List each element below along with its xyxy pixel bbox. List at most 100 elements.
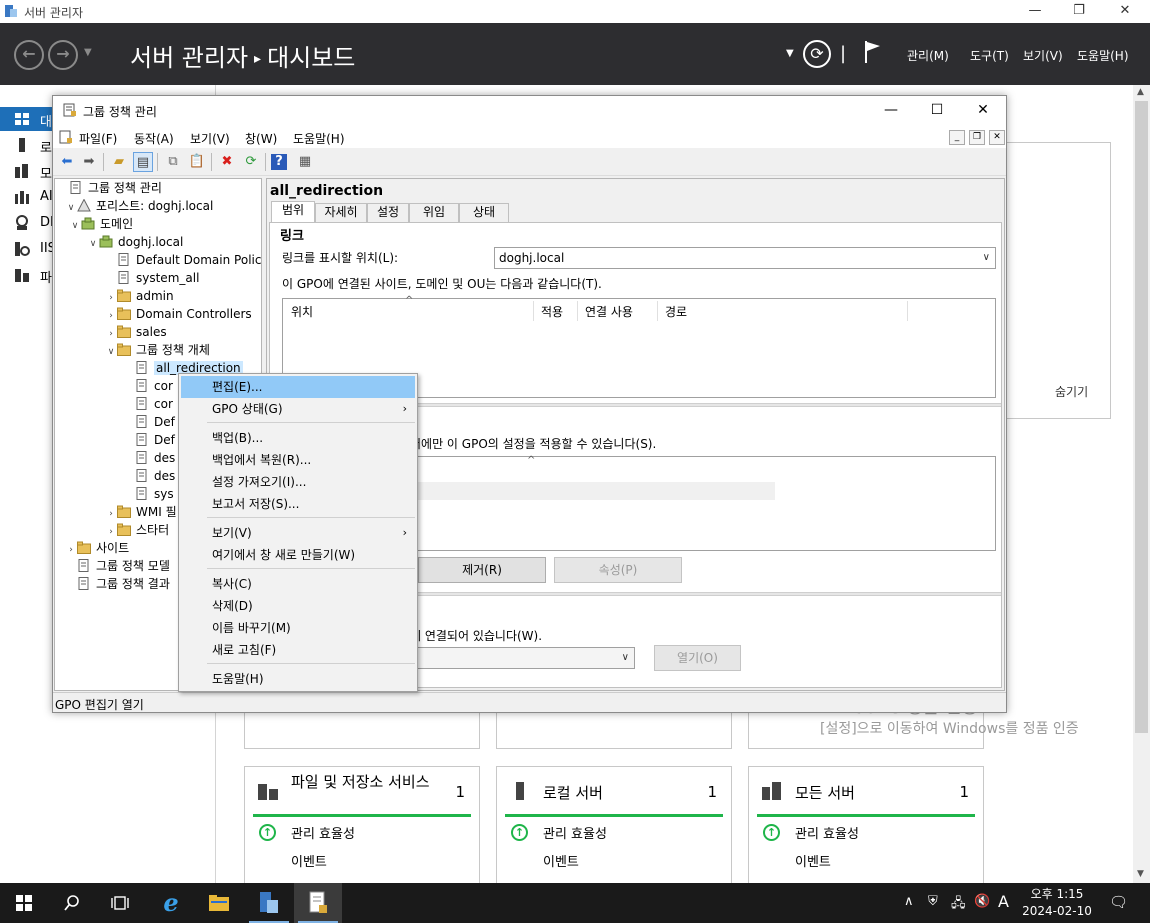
context-menu-item[interactable]: 삭제(D) — [181, 595, 415, 617]
menu-window[interactable]: 창(W) — [245, 130, 277, 147]
tree-node[interactable]: ∨ 포리스트: doghj.local — [65, 197, 213, 215]
context-menu-item[interactable]: 보기(V) › — [181, 522, 415, 544]
security-alert-icon[interactable]: ⛨ — [928, 894, 938, 909]
column-location[interactable]: 위치 — [291, 303, 313, 320]
context-menu-item[interactable]: 여기에서 창 새로 만들기(W) — [181, 544, 415, 566]
wmi-filter-select[interactable]: ∨ — [410, 647, 635, 669]
scroll-thumb[interactable] — [1135, 101, 1148, 733]
tile-row-events[interactable]: 이벤트 — [795, 851, 831, 870]
menu-action[interactable]: 동작(A) — [134, 130, 174, 147]
header-dropdown-icon[interactable]: ▼ — [786, 48, 794, 59]
expander-icon[interactable]: ∨ — [105, 343, 117, 361]
scroll-up-icon[interactable]: ▲ — [1137, 87, 1144, 97]
up-folder-icon[interactable]: ▰ — [109, 152, 129, 172]
mdi-close-button[interactable]: ✕ — [989, 130, 1005, 145]
tab-scope[interactable]: 범위 — [271, 201, 315, 223]
tree-node[interactable]: Default Domain Policy — [105, 251, 261, 269]
expander-icon[interactable]: ∨ — [69, 217, 81, 235]
mdi-minimize-button[interactable]: _ — [949, 130, 965, 145]
network-icon[interactable]: 🖧 — [951, 894, 966, 916]
volume-muted-icon[interactable]: 🔇 — [974, 894, 990, 909]
tile-row-manageability[interactable]: 관리 효율성 — [543, 823, 607, 842]
context-menu-item[interactable]: 도움말(H) — [181, 668, 415, 690]
context-menu-item[interactable]: 편집(E)... — [181, 376, 415, 398]
back-button[interactable]: ← — [14, 40, 44, 70]
mdi-restore-button[interactable]: ❐ — [969, 130, 985, 145]
context-menu-item[interactable]: 백업에서 복원(R)... — [181, 449, 415, 471]
hide-link[interactable]: 숨기기 — [1055, 383, 1088, 400]
context-menu-item[interactable]: 보고서 저장(S)... — [181, 493, 415, 515]
gpmc-minimize-button[interactable]: — — [868, 96, 914, 126]
paste-icon[interactable]: 📋 — [187, 152, 207, 172]
tree-node[interactable]: › admin — [105, 287, 173, 305]
tile-local-server[interactable]: 로컬 서버 1 ↑ 관리 효율성 이벤트 서비스 — [496, 766, 732, 898]
show-tree-icon[interactable]: ▤ — [133, 152, 153, 172]
tree-node[interactable]: des — [123, 449, 175, 467]
tree-node[interactable]: › Domain Controllers — [105, 305, 251, 323]
context-menu-item[interactable]: 백업(B)... — [181, 427, 415, 449]
context-menu-item[interactable]: 복사(C) — [181, 573, 415, 595]
link-location-select[interactable]: doghj.local ∨ — [494, 247, 996, 269]
menu-help[interactable]: 도움말(H) — [1077, 47, 1129, 64]
tree-node[interactable]: › WMI 필 — [105, 503, 176, 521]
gpmc-maximize-button[interactable]: ☐ — [914, 96, 960, 126]
menu-tools[interactable]: 도구(T) — [970, 47, 1009, 64]
tile-row-events[interactable]: 이벤트 — [543, 851, 579, 870]
column-enforced[interactable]: 적용 — [541, 303, 563, 320]
menu-help[interactable]: 도움말(H) — [293, 130, 345, 147]
taskbar-server-manager[interactable] — [245, 883, 293, 923]
tile-row-manageability[interactable]: 관리 효율성 — [795, 823, 859, 842]
tree-node[interactable]: cor — [123, 377, 173, 395]
delete-icon[interactable]: ✖ — [217, 152, 237, 172]
column-link-enabled[interactable]: 연결 사용 — [585, 303, 633, 320]
refresh-icon[interactable]: ⟳ — [803, 40, 831, 68]
properties-button[interactable]: 속성(P) — [554, 557, 682, 583]
forward-button[interactable]: → — [48, 40, 78, 70]
tab-details[interactable]: 자세히 — [315, 203, 367, 222]
notification-center-icon[interactable]: 🗨 — [1109, 893, 1128, 911]
tree-node[interactable]: ∨ 그룹 정책 개체 — [105, 341, 210, 359]
notifications-flag-icon[interactable] — [863, 39, 883, 65]
tree-node[interactable]: sys — [123, 485, 174, 503]
ime-indicator[interactable]: A — [998, 892, 1009, 911]
tree-node[interactable]: system_all — [105, 269, 199, 287]
menu-file[interactable]: 파일(F) — [79, 130, 117, 147]
help-icon[interactable]: ? — [271, 154, 287, 170]
refresh-icon[interactable]: ⟳ — [241, 152, 261, 172]
task-view-button[interactable] — [96, 883, 144, 923]
tile-file-storage[interactable]: 파일 및 저장소 서비스 1 ↑ 관리 효율성 이벤트 서비스 — [244, 766, 480, 898]
start-button[interactable] — [0, 883, 48, 923]
forward-arrow-icon[interactable]: ➡ — [79, 152, 99, 172]
tree-node[interactable]: Def — [123, 431, 175, 449]
tile-row-manageability[interactable]: 관리 효율성 — [291, 823, 355, 842]
tree-node[interactable]: › 사이트 — [65, 539, 129, 557]
minimize-button[interactable]: — — [1012, 0, 1058, 23]
taskbar-gpmc[interactable] — [294, 883, 342, 923]
tree-node[interactable]: des — [123, 467, 175, 485]
tray-overflow-icon[interactable]: ∧ — [904, 894, 914, 909]
tab-settings[interactable]: 설정 — [367, 203, 409, 222]
open-button[interactable]: 열기(O) — [654, 645, 741, 671]
gpmc-close-button[interactable]: ✕ — [960, 96, 1006, 126]
search-button[interactable] — [48, 883, 96, 923]
context-menu-item[interactable]: 이름 바꾸기(M) — [181, 617, 415, 639]
restore-button[interactable]: ❐ — [1056, 0, 1102, 23]
tree-node[interactable]: › 스타터 — [105, 521, 169, 539]
tree-node[interactable]: cor — [123, 395, 173, 413]
history-dropdown-icon[interactable]: ▼ — [84, 47, 92, 58]
tree-node[interactable]: ∨ 도메인 — [69, 215, 133, 233]
tile-all-servers[interactable]: 모든 서버 1 ↑ 관리 효율성 이벤트 서비스 — [748, 766, 984, 898]
taskbar-ie[interactable]: e — [147, 883, 195, 923]
back-arrow-icon[interactable]: ⬅ — [57, 152, 77, 172]
clock[interactable]: 오후 1:15 2024-02-10 — [1018, 886, 1096, 920]
expander-icon[interactable]: ∨ — [87, 235, 99, 253]
menu-view[interactable]: 보기(V) — [190, 130, 230, 147]
context-menu-item[interactable]: 새로 고침(F) — [181, 639, 415, 661]
tree-node[interactable]: 그룹 정책 결과 — [65, 575, 170, 593]
tree-node[interactable]: Def — [123, 413, 175, 431]
context-menu-item[interactable]: GPO 상태(G) › — [181, 398, 415, 420]
taskbar-explorer[interactable] — [195, 883, 243, 923]
scroll-down-icon[interactable]: ▼ — [1137, 869, 1144, 879]
column-path[interactable]: 경로 — [665, 303, 687, 320]
tree-node[interactable]: 그룹 정책 관리 — [57, 179, 162, 197]
